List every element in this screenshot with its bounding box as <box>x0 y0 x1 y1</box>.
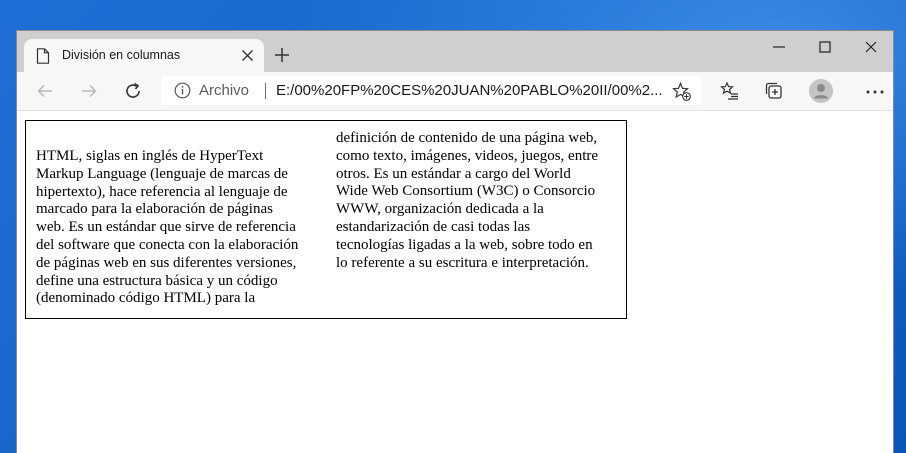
add-favorite-icon[interactable] <box>672 82 691 101</box>
minimize-icon[interactable] <box>771 39 787 55</box>
column-text-line: hipertexto), hace referencia al lenguaje… <box>36 183 288 200</box>
column-text-line: como texto, imágenes, videos, juegos, en… <box>336 147 599 164</box>
tab-title: División en columnas <box>62 48 181 62</box>
tab-close-icon[interactable] <box>241 49 254 62</box>
column-text-line: definición de contenido de una página we… <box>336 130 598 146</box>
collections-icon[interactable] <box>764 81 784 101</box>
column-text-line: Markup Language (lenguaje de marcas de <box>36 165 288 182</box>
back-arrow-icon[interactable] <box>35 81 55 101</box>
columns-container: HTML, siglas en inglés de HyperText Mark… <box>25 120 627 319</box>
text-column-2: definición de contenido de una página we… <box>336 130 619 272</box>
refresh-icon[interactable] <box>123 81 143 101</box>
column-text-line: otros. Es un estándar a cargo del World <box>336 165 571 182</box>
new-tab-plus-icon[interactable] <box>274 47 290 63</box>
column-text-line: define una estructura básica y un código <box>36 272 278 289</box>
column-text-line: estandarización de casi todas las <box>336 218 531 235</box>
address-url[interactable]: E:/00%20FP%20CES%20JUAN%20PABLO%20II/00%… <box>276 82 662 99</box>
column-text-line: marcado para la elaboración de páginas <box>36 201 273 218</box>
title-bar: División en columnas <box>17 31 893 72</box>
navigation-toolbar: Archivo E:/00%20FP%20CES%20JUAN%20PABLO%… <box>17 72 893 111</box>
info-icon[interactable] <box>174 82 191 99</box>
profile-avatar-icon[interactable] <box>809 79 833 103</box>
column-text-line: del software que conecta con la elaborac… <box>36 236 299 253</box>
forward-arrow-icon[interactable] <box>79 81 99 101</box>
text-column-1: HTML, siglas en inglés de HyperText Mark… <box>36 148 319 308</box>
browser-tab[interactable]: División en columnas <box>24 39 264 72</box>
address-separator <box>265 83 266 99</box>
close-window-icon[interactable] <box>863 39 879 55</box>
column-text-line: web. Es un estándar que sirve de referen… <box>36 219 296 236</box>
favorites-list-icon[interactable] <box>720 81 740 101</box>
column-text-line: (denominado código HTML) para la <box>36 290 256 307</box>
browser-window: División en columnas Archivo E:/00%20FP%… <box>16 30 894 453</box>
page-icon <box>36 48 50 64</box>
column-text-line: de páginas web en sus diferentes version… <box>36 254 297 271</box>
address-scheme-label: Archivo <box>199 82 250 99</box>
column-text-line: tecnologías ligadas a la web, sobre todo… <box>336 236 593 253</box>
column-text-line: HTML, siglas en inglés de HyperText <box>36 148 264 164</box>
column-text-line: WWW, organización dedicada a la <box>336 201 544 218</box>
column-text-line: lo referente a su escritura e interpreta… <box>336 254 589 271</box>
address-bar[interactable]: Archivo E:/00%20FP%20CES%20JUAN%20PABLO%… <box>161 76 702 105</box>
more-dots-icon[interactable] <box>866 90 884 94</box>
page-viewport: HTML, siglas en inglés de HyperText Mark… <box>17 111 893 453</box>
column-text-line: Wide Web Consortium (W3C) o Consorcio <box>336 183 596 200</box>
maximize-icon[interactable] <box>817 39 833 55</box>
